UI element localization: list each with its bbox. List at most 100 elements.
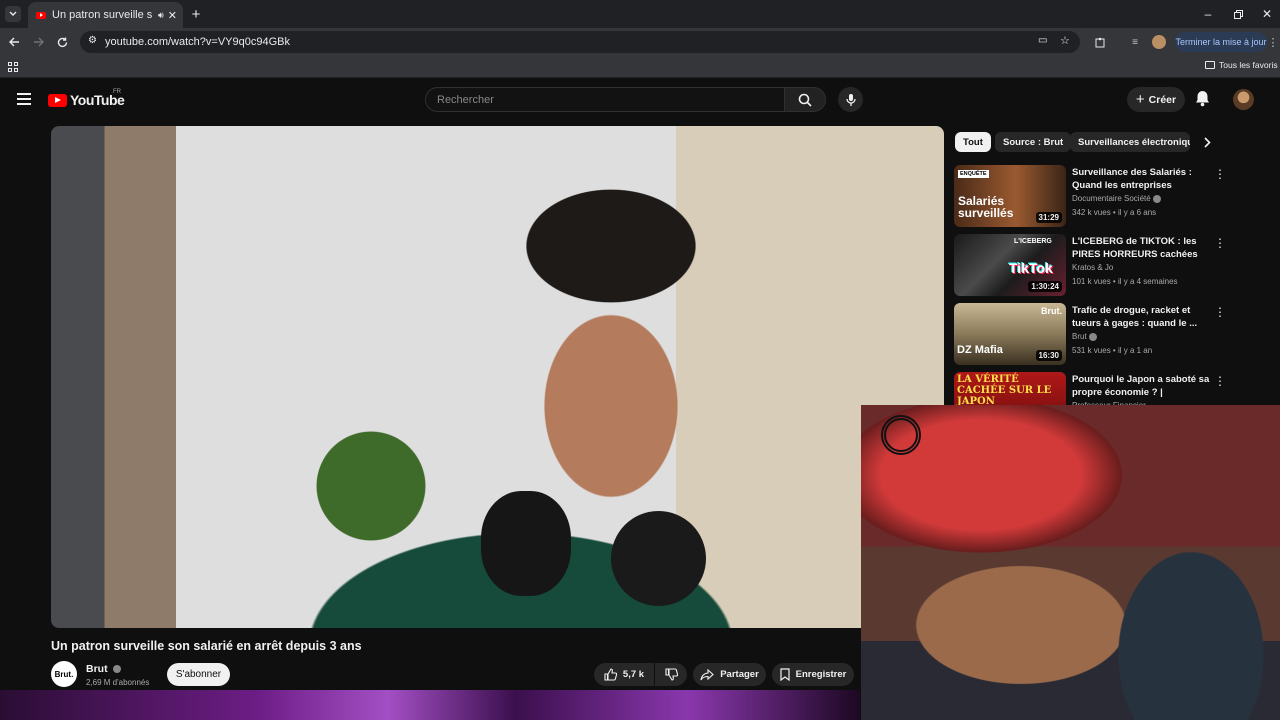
restore-icon bbox=[1233, 9, 1243, 19]
thumbnail-text: DZ Mafia bbox=[957, 344, 1003, 356]
chevron-down-icon bbox=[9, 11, 17, 16]
subscriber-count: 2,69 M d'abonnés bbox=[86, 678, 150, 687]
cast-icon[interactable]: ▭ bbox=[1038, 35, 1047, 46]
reload-icon bbox=[57, 37, 67, 47]
like-button[interactable]: 5,7 k bbox=[594, 663, 654, 686]
channel-name[interactable]: Brut bbox=[86, 663, 121, 675]
bookmark-icon bbox=[780, 668, 790, 681]
update-button[interactable]: Terminer la mise à jour bbox=[1175, 32, 1267, 52]
thumbnail-badge: Brut. bbox=[1041, 306, 1062, 316]
video-thumbnail[interactable]: Brut. DZ Mafia 16:30 bbox=[954, 303, 1066, 365]
video-duration: 1:30:24 bbox=[1028, 281, 1062, 292]
recommendation-item[interactable]: Brut. DZ Mafia 16:30 Trafic de drogue, r… bbox=[954, 303, 1254, 367]
thumbs-up-icon bbox=[604, 668, 617, 681]
tab-close-icon[interactable]: ✕ bbox=[168, 9, 177, 22]
recommendation-meta: 101 k vues • il y a 4 semaines bbox=[1072, 277, 1178, 286]
video-thumbnail[interactable]: L'ICEBERG TikTok 1:30:24 bbox=[954, 234, 1066, 296]
search-input[interactable]: Rechercher bbox=[425, 87, 785, 112]
share-label: Partager bbox=[720, 669, 759, 680]
voice-search-button[interactable] bbox=[838, 87, 863, 112]
verified-icon bbox=[112, 665, 121, 674]
apps-grid-icon[interactable] bbox=[8, 62, 18, 72]
notifications-button[interactable] bbox=[1195, 90, 1210, 112]
channel-text: Brut bbox=[1072, 332, 1087, 341]
create-button[interactable]: + Créer bbox=[1127, 87, 1185, 112]
tab-search-button[interactable] bbox=[5, 6, 21, 22]
search-icon bbox=[798, 93, 812, 107]
more-actions-icon[interactable]: ⋮ bbox=[1214, 374, 1226, 388]
site-info-icon[interactable]: ⚙︎ bbox=[88, 35, 97, 46]
video-frame-detail bbox=[481, 491, 571, 596]
recommendation-item[interactable]: ENQUÊTE Salariés surveillés 31:29 Survei… bbox=[954, 165, 1254, 229]
chevron-right-icon bbox=[1203, 136, 1211, 148]
video-duration: 16:30 bbox=[1035, 350, 1062, 361]
speaker-icon[interactable]: 🔊︎ bbox=[158, 10, 164, 21]
chip-source-brut[interactable]: Source : Brut bbox=[995, 132, 1072, 152]
minimize-button[interactable]: – bbox=[1200, 6, 1216, 22]
recommendation-title: Pourquoi le Japon a saboté sa propre éco… bbox=[1072, 374, 1210, 398]
dislike-button[interactable] bbox=[655, 663, 687, 686]
youtube-logo[interactable]: YouTube FR bbox=[48, 89, 125, 108]
browser-tab-active[interactable]: Un patron surveille son salarié 🔊︎ ✕ bbox=[28, 2, 183, 28]
close-window-button[interactable]: ✕ bbox=[1259, 6, 1275, 22]
forward-button[interactable] bbox=[30, 34, 46, 50]
channel-avatar[interactable]: Brut. bbox=[51, 661, 77, 687]
profile-avatar[interactable] bbox=[1152, 35, 1166, 49]
save-button[interactable]: Enregistrer bbox=[772, 663, 854, 686]
media-controls-button[interactable]: ≡ bbox=[1127, 34, 1143, 50]
recommendation-title: L'ICEBERG de TIKTOK : les PIRES HORREURS… bbox=[1072, 236, 1198, 260]
url-text: youtube.com/watch?v=VY9q0c94GBk bbox=[105, 36, 290, 48]
url-bar[interactable]: ⚙︎ youtube.com/watch?v=VY9q0c94GBk ▭ ☆ bbox=[80, 31, 1080, 53]
recommendation-channel: Brut bbox=[1072, 332, 1097, 341]
more-actions-icon[interactable]: ⋮ bbox=[1214, 236, 1226, 250]
chips-next-button[interactable] bbox=[1196, 132, 1218, 152]
reload-button[interactable] bbox=[54, 34, 70, 50]
bell-icon bbox=[1196, 91, 1209, 107]
restore-button[interactable] bbox=[1230, 6, 1246, 22]
chip-all[interactable]: Tout bbox=[955, 132, 991, 152]
video-title: Un patron surveille son salarié en arrêt… bbox=[51, 639, 362, 653]
region-code: FR bbox=[113, 89, 121, 95]
thumbnail-text: LA VÉRITÉ CACHÉE SUR LE JAPON bbox=[957, 374, 1052, 407]
save-label: Enregistrer bbox=[795, 669, 847, 680]
new-tab-button[interactable]: + bbox=[188, 6, 204, 23]
extensions-button[interactable] bbox=[1092, 34, 1108, 50]
channel-name-text: Brut bbox=[86, 663, 108, 675]
browser-tab-bar: Un patron surveille son salarié 🔊︎ ✕ + –… bbox=[0, 0, 1280, 28]
share-icon bbox=[700, 668, 715, 680]
all-bookmarks-folder[interactable]: Tous les favoris bbox=[1205, 60, 1278, 70]
puzzle-icon bbox=[1095, 37, 1104, 47]
video-thumbnail[interactable]: ENQUÊTE Salariés surveillés 31:29 bbox=[954, 165, 1066, 227]
youtube-play-icon bbox=[48, 93, 67, 107]
webcam-overlay bbox=[861, 405, 1280, 720]
recommendation-item[interactable]: L'ICEBERG TikTok 1:30:24 L'ICEBERG de TI… bbox=[954, 234, 1254, 298]
chip-surveillance[interactable]: Surveillances électroniques bbox=[1070, 132, 1190, 152]
thumbnail-text: Salariés surveillés bbox=[958, 194, 1014, 220]
back-button[interactable] bbox=[6, 34, 22, 50]
more-actions-icon[interactable]: ⋮ bbox=[1214, 167, 1226, 181]
recommendation-channel: Kratos & Jo bbox=[1072, 263, 1114, 272]
account-avatar[interactable] bbox=[1233, 89, 1254, 110]
guide-menu-icon[interactable] bbox=[17, 93, 31, 105]
channel-text: Documentaire Société bbox=[1072, 194, 1151, 203]
recommendation-title: Surveillance des Salariés : Quand les en… bbox=[1072, 167, 1192, 191]
bookmarks-bar: Tous les favoris bbox=[0, 56, 1280, 78]
more-actions-icon[interactable]: ⋮ bbox=[1214, 305, 1226, 319]
arrow-right-icon bbox=[33, 37, 44, 47]
bookmark-star-icon[interactable]: ☆ bbox=[1060, 34, 1070, 47]
browser-menu-icon[interactable]: ⋮ bbox=[1268, 34, 1279, 50]
microphone-icon bbox=[845, 93, 856, 106]
share-button[interactable]: Partager bbox=[693, 663, 766, 686]
thumbs-down-icon bbox=[664, 668, 678, 681]
webcam-frame-detail bbox=[881, 415, 921, 455]
description-preview bbox=[0, 690, 860, 720]
video-player[interactable] bbox=[51, 126, 944, 628]
search-button[interactable] bbox=[784, 87, 826, 112]
recommendation-meta: 531 k vues • il y a 1 an bbox=[1072, 346, 1153, 355]
video-frame-detail bbox=[611, 511, 706, 606]
verified-icon bbox=[1152, 194, 1161, 203]
subscribe-button[interactable]: S'abonner bbox=[167, 663, 230, 686]
youtube-favicon-icon bbox=[36, 11, 46, 19]
video-duration: 31:29 bbox=[1035, 212, 1062, 223]
recommendation-meta: 342 k vues • il y a 6 ans bbox=[1072, 208, 1157, 217]
